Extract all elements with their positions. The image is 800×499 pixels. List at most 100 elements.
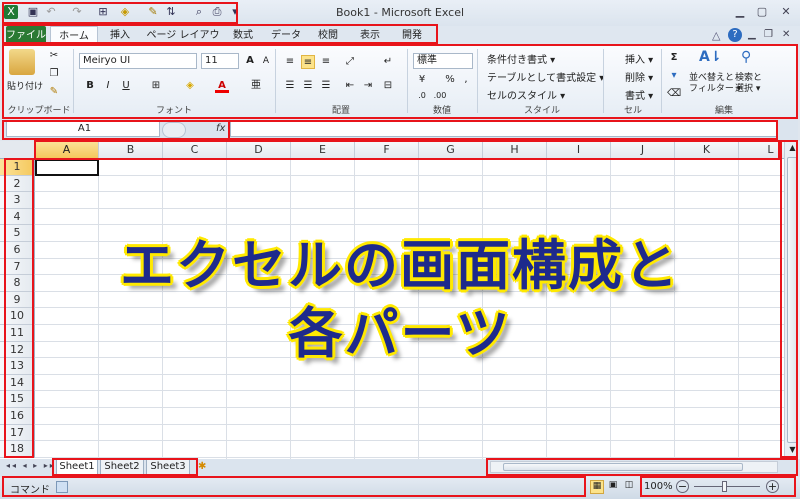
shrink-font-icon[interactable]: A — [259, 54, 273, 68]
row-header[interactable]: 2 — [0, 175, 35, 193]
insert-cells-button[interactable]: 挿入 ▾ — [625, 51, 653, 66]
horizontal-scrollbar[interactable] — [490, 461, 778, 473]
tab-file[interactable]: ファイル — [6, 26, 46, 45]
tab-home[interactable]: ホーム — [50, 26, 98, 45]
decrease-indent-icon[interactable]: ⇤ — [343, 79, 357, 93]
align-bottom-icon[interactable]: ≡ — [319, 55, 333, 69]
column-header[interactable]: B — [99, 141, 163, 159]
align-top-icon[interactable]: ≡ — [283, 55, 297, 69]
row-header[interactable]: 16 — [0, 408, 35, 425]
column-header[interactable]: G — [419, 141, 483, 159]
sheet-tab-2[interactable]: Sheet2 — [100, 459, 144, 475]
format-cells-button[interactable]: 書式 ▾ — [625, 87, 653, 102]
tab-insert[interactable]: 挿入 — [102, 26, 138, 45]
column-header[interactable]: K — [675, 141, 739, 159]
percent-icon[interactable]: % — [443, 73, 457, 87]
column-header[interactable]: J — [611, 141, 675, 159]
row-header[interactable]: 14 — [0, 374, 35, 392]
orientation-icon[interactable]: ⤢ — [343, 55, 357, 69]
align-left-icon[interactable]: ☰ — [283, 79, 297, 93]
increase-indent-icon[interactable]: ⇥ — [361, 79, 375, 93]
delete-cells-button[interactable]: 削除 ▾ — [625, 69, 653, 84]
maximize-icon[interactable]: ▢ — [752, 5, 772, 19]
autosum-icon[interactable]: Σ — [667, 51, 681, 65]
cut-icon[interactable]: ✂ — [47, 49, 61, 63]
page-break-view-icon[interactable]: ◫ — [622, 480, 636, 494]
font-size-select[interactable]: 11 — [201, 53, 239, 69]
align-right-icon[interactable]: ☰ — [319, 79, 333, 93]
horizontal-scroll-thumb[interactable] — [503, 463, 743, 471]
sort-filter-icon[interactable]: A⇂ — [699, 49, 722, 65]
column-header[interactable]: A — [35, 141, 99, 159]
minimize-icon[interactable]: ▁ — [730, 5, 750, 19]
ribbon-collapse-icon[interactable]: △ — [712, 29, 720, 42]
scroll-up-icon[interactable]: ▲ — [787, 143, 798, 154]
bold-button[interactable]: B — [83, 79, 97, 93]
doc-close-icon[interactable]: ✕ — [782, 29, 790, 40]
find-select-button[interactable]: 検索と 選択 ▾ — [735, 73, 775, 95]
find-select-icon[interactable]: ⚲ — [741, 49, 751, 65]
row-header[interactable]: 1 — [0, 159, 35, 176]
fill-color-icon[interactable]: ◈ — [183, 79, 197, 93]
column-header[interactable]: H — [483, 141, 547, 159]
insert-function-icon[interactable]: fx — [216, 123, 225, 134]
worksheet-grid[interactable]: ABCDEFGHIJKL 1 2 3 4 5 6 7 8 9 10 11 12 13 14 15 16 17 18… — [0, 141, 784, 459]
column-header[interactable]: C — [163, 141, 227, 159]
decrease-decimal-icon[interactable]: .00 — [433, 89, 447, 103]
conditional-formatting-button[interactable]: 条件付き書式 ▾ — [487, 51, 555, 66]
merge-center-icon[interactable]: ⊟ — [381, 79, 395, 93]
wrap-text-icon[interactable]: ↵ — [381, 55, 395, 69]
zoom-in-icon[interactable]: + — [766, 480, 779, 493]
tab-review[interactable]: 校閲 — [310, 26, 346, 45]
zoom-level[interactable]: 100% — [644, 481, 673, 492]
sheet-tab-1[interactable]: Sheet1 — [56, 459, 98, 475]
italic-button[interactable]: I — [101, 79, 115, 93]
scroll-down-icon[interactable]: ▼ — [787, 445, 798, 456]
clear-icon[interactable]: ⌫ — [667, 87, 681, 101]
font-name-select[interactable]: Meiryo UI — [79, 53, 197, 69]
sort-filter-button[interactable]: 並べ替えと フィルター ▾ — [689, 73, 741, 95]
name-box[interactable]: A1 — [6, 121, 160, 137]
column-header[interactable]: L — [739, 141, 784, 159]
borders-icon[interactable]: ⊞ — [149, 79, 163, 93]
normal-view-icon[interactable]: ▦ — [590, 480, 604, 494]
paste-icon[interactable] — [9, 49, 35, 75]
tab-page-layout[interactable]: ページ レイアウト — [142, 26, 224, 60]
active-cell[interactable] — [35, 159, 99, 176]
row-header[interactable]: 17 — [0, 424, 35, 442]
tab-data[interactable]: データ — [266, 26, 306, 45]
zoom-slider-thumb[interactable] — [722, 481, 727, 492]
increase-decimal-icon[interactable]: .0 — [415, 89, 429, 103]
help-icon[interactable]: ? — [728, 28, 742, 42]
sheet-nav-icons[interactable]: ◂◂ ◂ ▸ ▸▸ — [6, 461, 56, 470]
tab-developer[interactable]: 開発 — [394, 26, 430, 45]
cell-styles-button[interactable]: セルのスタイル ▾ — [487, 87, 565, 102]
doc-minimize-icon[interactable]: ▁ — [748, 29, 756, 40]
underline-button[interactable]: U — [119, 79, 133, 93]
format-painter-icon[interactable]: ✎ — [47, 85, 61, 99]
row-header[interactable]: 3 — [0, 192, 35, 209]
close-icon[interactable]: ✕ — [776, 5, 796, 19]
column-header[interactable]: F — [355, 141, 419, 159]
macro-record-icon[interactable] — [56, 481, 68, 493]
zoom-slider-track[interactable] — [694, 486, 760, 487]
currency-icon[interactable]: ¥ — [415, 73, 429, 87]
column-header[interactable]: D — [227, 141, 291, 159]
page-layout-view-icon[interactable]: ▣ — [606, 480, 620, 494]
zoom-out-icon[interactable]: − — [676, 480, 689, 493]
phonetic-icon[interactable]: 亜 — [249, 79, 263, 93]
sheet-tab-3[interactable]: Sheet3 — [146, 459, 190, 475]
format-as-table-button[interactable]: テーブルとして書式設定 ▾ — [487, 69, 604, 84]
row-header[interactable]: 15 — [0, 391, 35, 408]
number-format-select[interactable]: 標準 — [413, 53, 473, 69]
vertical-scroll-thumb[interactable] — [787, 157, 798, 443]
copy-icon[interactable]: ❐ — [47, 67, 61, 81]
insert-sheet-icon[interactable]: ✱ — [198, 461, 206, 472]
paste-button[interactable]: 貼り付け — [7, 79, 43, 92]
font-color-icon[interactable]: A — [215, 79, 229, 93]
column-header[interactable]: I — [547, 141, 611, 159]
row-header[interactable]: 18 — [0, 441, 35, 458]
tab-formulas[interactable]: 数式 — [226, 26, 260, 45]
comma-icon[interactable]: , — [459, 73, 473, 87]
column-header[interactable]: E — [291, 141, 355, 159]
